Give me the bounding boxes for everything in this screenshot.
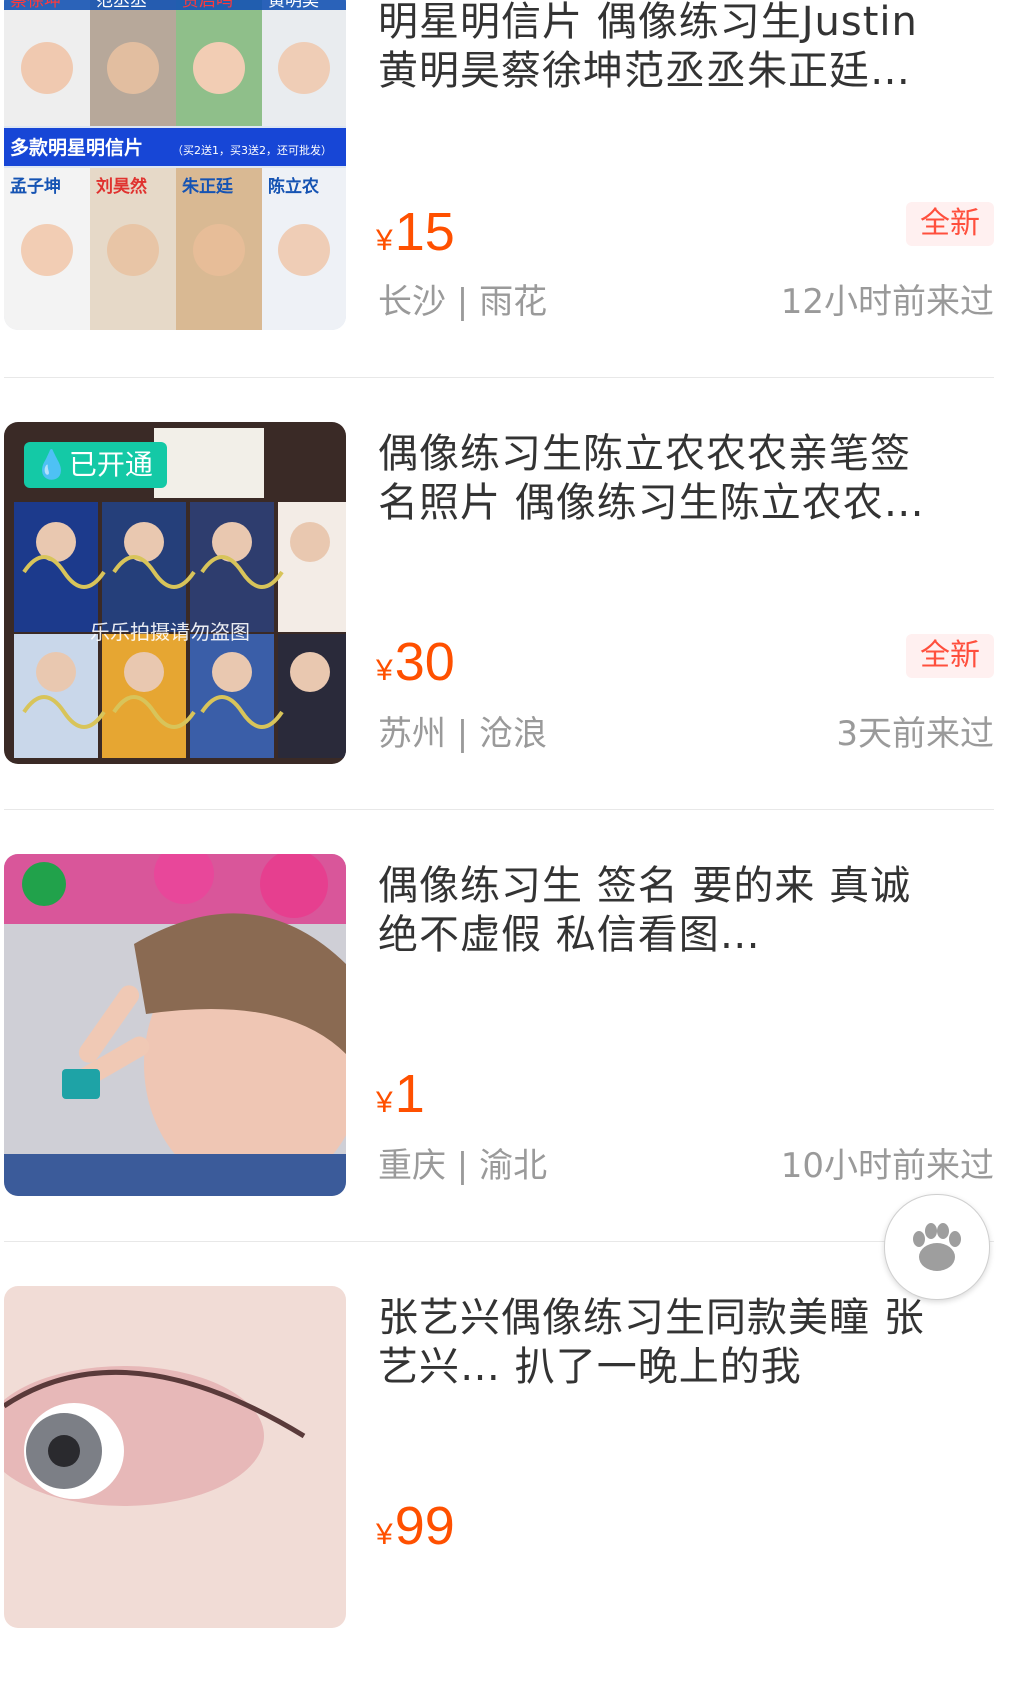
item-price: ¥30: [376, 632, 455, 701]
currency-symbol: ¥: [376, 1518, 393, 1551]
item-location: 重庆 | 渝北: [378, 1146, 548, 1186]
price-value: 99: [394, 1496, 455, 1556]
item-location: 长沙 | 雨花: [378, 282, 548, 322]
banner-subtext: （买2送1，买3送2，还可批发）: [172, 143, 332, 157]
opened-tag-label: 已开通: [68, 448, 153, 481]
item-title-line: 偶像练习生 签名 要的来 真诚: [378, 863, 912, 909]
last-visited: 12小时前来过: [780, 282, 994, 322]
item-location: 苏州 | 沧浪: [378, 714, 548, 754]
item-price: ¥15: [376, 202, 455, 271]
watermark-text: 乐乐拍摄请勿盗图: [90, 620, 250, 644]
item-title-line: 名照片 偶像练习生陈立农农…: [378, 480, 925, 526]
item-title[interactable]: 偶像练习生 签名 要的来 真诚 绝不虚假 私信看图…: [378, 862, 978, 960]
item-thumbnail[interactable]: [4, 854, 346, 1196]
list-item[interactable]: 张艺兴偶像练习生同款美瞳 张 艺兴… 扒了一晚上的我 ¥99: [0, 1252, 1016, 1684]
postcard-collage-image: 蔡徐坤 范丞丞 贾启鸣 黄明昊 多款明星明信片 （买2送1，买3送2，还可批发）…: [4, 0, 346, 330]
currency-symbol: ¥: [376, 224, 393, 257]
item-price: ¥99: [376, 1496, 455, 1565]
divider: [4, 377, 994, 378]
price-value: 1: [394, 1064, 425, 1124]
item-title-line: 偶像练习生陈立农农农亲笔签: [378, 431, 911, 477]
item-thumbnail[interactable]: 蔡徐坤 范丞丞 贾启鸣 黄明昊 多款明星明信片 （买2送1，买3送2，还可批发）…: [4, 0, 346, 330]
card-name: 孟子坤: [10, 176, 61, 197]
last-visited: 10小时前来过: [780, 1146, 994, 1186]
banner-text: 多款明星明信片: [10, 136, 143, 159]
item-list: 蔡徐坤 范丞丞 贾启鸣 黄明昊 多款明星明信片 （买2送1，买3送2，还可批发）…: [0, 0, 1016, 1628]
price-value: 30: [394, 632, 455, 692]
card-name: 范丞丞: [96, 0, 147, 11]
list-item[interactable]: 偶像练习生 签名 要的来 真诚 绝不虚假 私信看图… ¥1 重庆 | 渝北 10…: [0, 820, 1016, 1252]
last-visited: 3天前来过: [836, 714, 994, 754]
item-title-line: 艺兴… 扒了一晚上的我: [378, 1344, 802, 1390]
item-title-line: 张艺兴偶像练习生同款美瞳 张: [378, 1295, 925, 1341]
card-name: 刘昊然: [96, 176, 147, 197]
divider: [4, 1241, 994, 1242]
card-name: 贾启鸣: [182, 0, 233, 11]
price-value: 15: [394, 202, 455, 262]
item-title[interactable]: 张艺兴偶像练习生同款美瞳 张 艺兴… 扒了一晚上的我: [378, 1294, 978, 1392]
condition-badge: 全新: [906, 634, 994, 678]
item-title-line: 明星明信片 偶像练习生Justin: [378, 0, 918, 45]
item-price: ¥1: [376, 1064, 425, 1133]
floating-footprint-button[interactable]: [884, 1194, 990, 1300]
currency-symbol: ¥: [376, 1086, 393, 1119]
card-name: 蔡徐坤: [10, 0, 61, 11]
item-title-line: 绝不虚假 私信看图…: [378, 912, 761, 958]
card-name: 黄明昊: [268, 0, 319, 11]
drop-icon: 💧: [34, 448, 69, 481]
item-thumbnail[interactable]: [4, 1286, 346, 1628]
divider: [4, 809, 994, 810]
list-item[interactable]: 💧已开通 乐乐拍摄请勿盗图 偶像练习生陈立农农农亲笔签 名照片 偶像练习生陈立农…: [0, 388, 1016, 820]
eye-closeup-image: [4, 1286, 346, 1628]
currency-symbol: ¥: [376, 654, 393, 687]
opened-tag: 💧已开通: [24, 442, 167, 488]
selfie-photo-image: [4, 854, 346, 1196]
list-item[interactable]: 蔡徐坤 范丞丞 贾启鸣 黄明昊 多款明星明信片 （买2送1，买3送2，还可批发）…: [0, 0, 1016, 388]
item-title[interactable]: 明星明信片 偶像练习生Justin 黄明昊蔡徐坤范丞丞朱正廷…: [378, 0, 978, 96]
condition-badge: 全新: [906, 202, 994, 246]
paw-icon: [913, 1223, 961, 1271]
item-title-line: 黄明昊蔡徐坤范丞丞朱正廷…: [378, 48, 911, 94]
item-title[interactable]: 偶像练习生陈立农农农亲笔签 名照片 偶像练习生陈立农农…: [378, 430, 978, 528]
item-thumbnail[interactable]: 💧已开通 乐乐拍摄请勿盗图: [4, 422, 346, 764]
card-name: 陈立农: [268, 176, 319, 197]
card-name: 朱正廷: [182, 176, 234, 197]
